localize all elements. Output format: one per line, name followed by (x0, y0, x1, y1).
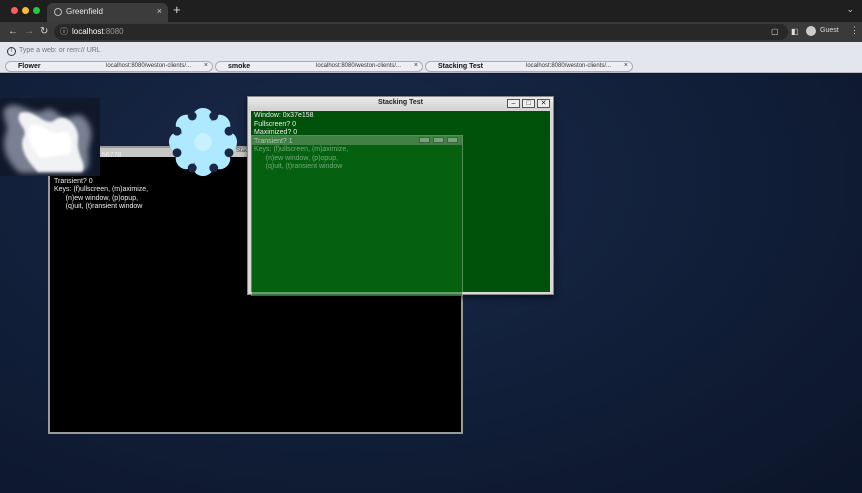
window-content[interactable] (252, 145, 462, 296)
window-minimize-light[interactable] (22, 7, 29, 14)
minimize-icon[interactable]: – (507, 99, 520, 108)
surface-tab-url: localhost:8080/weston-clients/... (106, 63, 192, 69)
back-icon[interactable]: ← (8, 25, 18, 38)
forward-icon[interactable]: → (24, 25, 34, 38)
maximize-icon[interactable] (433, 137, 444, 143)
new-tab-button[interactable]: + (173, 3, 181, 17)
smoke-surface[interactable] (0, 98, 100, 176)
browser-toolbar: ← → ↻ ⓘ localhost:8080 ▢ ◧ Guest ⋮ (0, 22, 862, 42)
surface-tab-flower[interactable]: Flower localhost:8080/weston-clients/...… (5, 61, 213, 72)
reload-icon[interactable]: ↻ (40, 25, 48, 38)
web-url-input[interactable] (19, 47, 419, 54)
surface-tab-url: localhost:8080/weston-clients/... (526, 63, 612, 69)
flower-icon[interactable] (166, 105, 240, 179)
close-icon[interactable]: ✕ (537, 99, 550, 108)
window-titlebar[interactable] (252, 136, 462, 145)
tab-share-icon[interactable]: ▢ (771, 27, 779, 36)
info-icon: ! (7, 47, 16, 56)
window-zoom-light[interactable] (33, 7, 40, 14)
profile-name: Guest (820, 27, 839, 34)
tab-search-button[interactable]: ⌄ (846, 4, 854, 15)
tab-close-icon[interactable]: × (157, 6, 162, 16)
info-icon[interactable]: ⓘ (60, 26, 68, 37)
avatar-icon (806, 26, 816, 36)
close-icon[interactable]: × (204, 62, 208, 69)
address-bar[interactable]: ⓘ localhost:8080 (54, 24, 788, 40)
screen: Greenfield × + ⌄ ← → ↻ ⓘ localhost:8080 … (0, 0, 862, 493)
minimize-icon[interactable] (419, 137, 430, 143)
side-panel-icon[interactable]: ◧ (791, 27, 799, 36)
globe-icon (54, 8, 62, 16)
close-icon[interactable]: × (414, 62, 418, 69)
desktop: Stac Window: 0x 56778 Fullscreen? 0 Maxi… (0, 74, 862, 493)
browser-tab-title: Greenfield (66, 7, 103, 16)
compositor-header: ! Flower localhost:8080/weston-clients/.… (0, 42, 862, 73)
surface-tab-smoke[interactable]: smoke localhost:8080/weston-clients/... … (215, 61, 423, 72)
browser-tab-strip: Greenfield × + ⌄ (0, 0, 862, 22)
close-icon[interactable] (447, 137, 458, 143)
surface-tab-name: smoke (228, 63, 251, 70)
more-icon[interactable]: ⋮ (850, 25, 859, 36)
browser-tab-greenfield[interactable]: Greenfield × (47, 3, 168, 22)
window-titlebar[interactable]: Stacking Test – □ ✕ (248, 97, 553, 110)
address-port: :8080 (103, 27, 124, 36)
surface-tab-name: Stacking Test (438, 63, 483, 70)
surface-tab-url: localhost:8080/weston-clients/... (316, 63, 402, 69)
address-host: localhost (72, 27, 104, 36)
surface-tab-name: Flower (18, 63, 41, 70)
address-url[interactable]: localhost:8080 (72, 27, 124, 36)
window-close-light[interactable] (11, 7, 18, 14)
surface-tab-stacking-test[interactable]: Stacking Test localhost:8080/weston-clie… (425, 61, 633, 72)
transient-window[interactable] (251, 135, 463, 296)
close-icon[interactable]: × (624, 62, 628, 69)
maximize-icon[interactable]: □ (522, 99, 535, 108)
